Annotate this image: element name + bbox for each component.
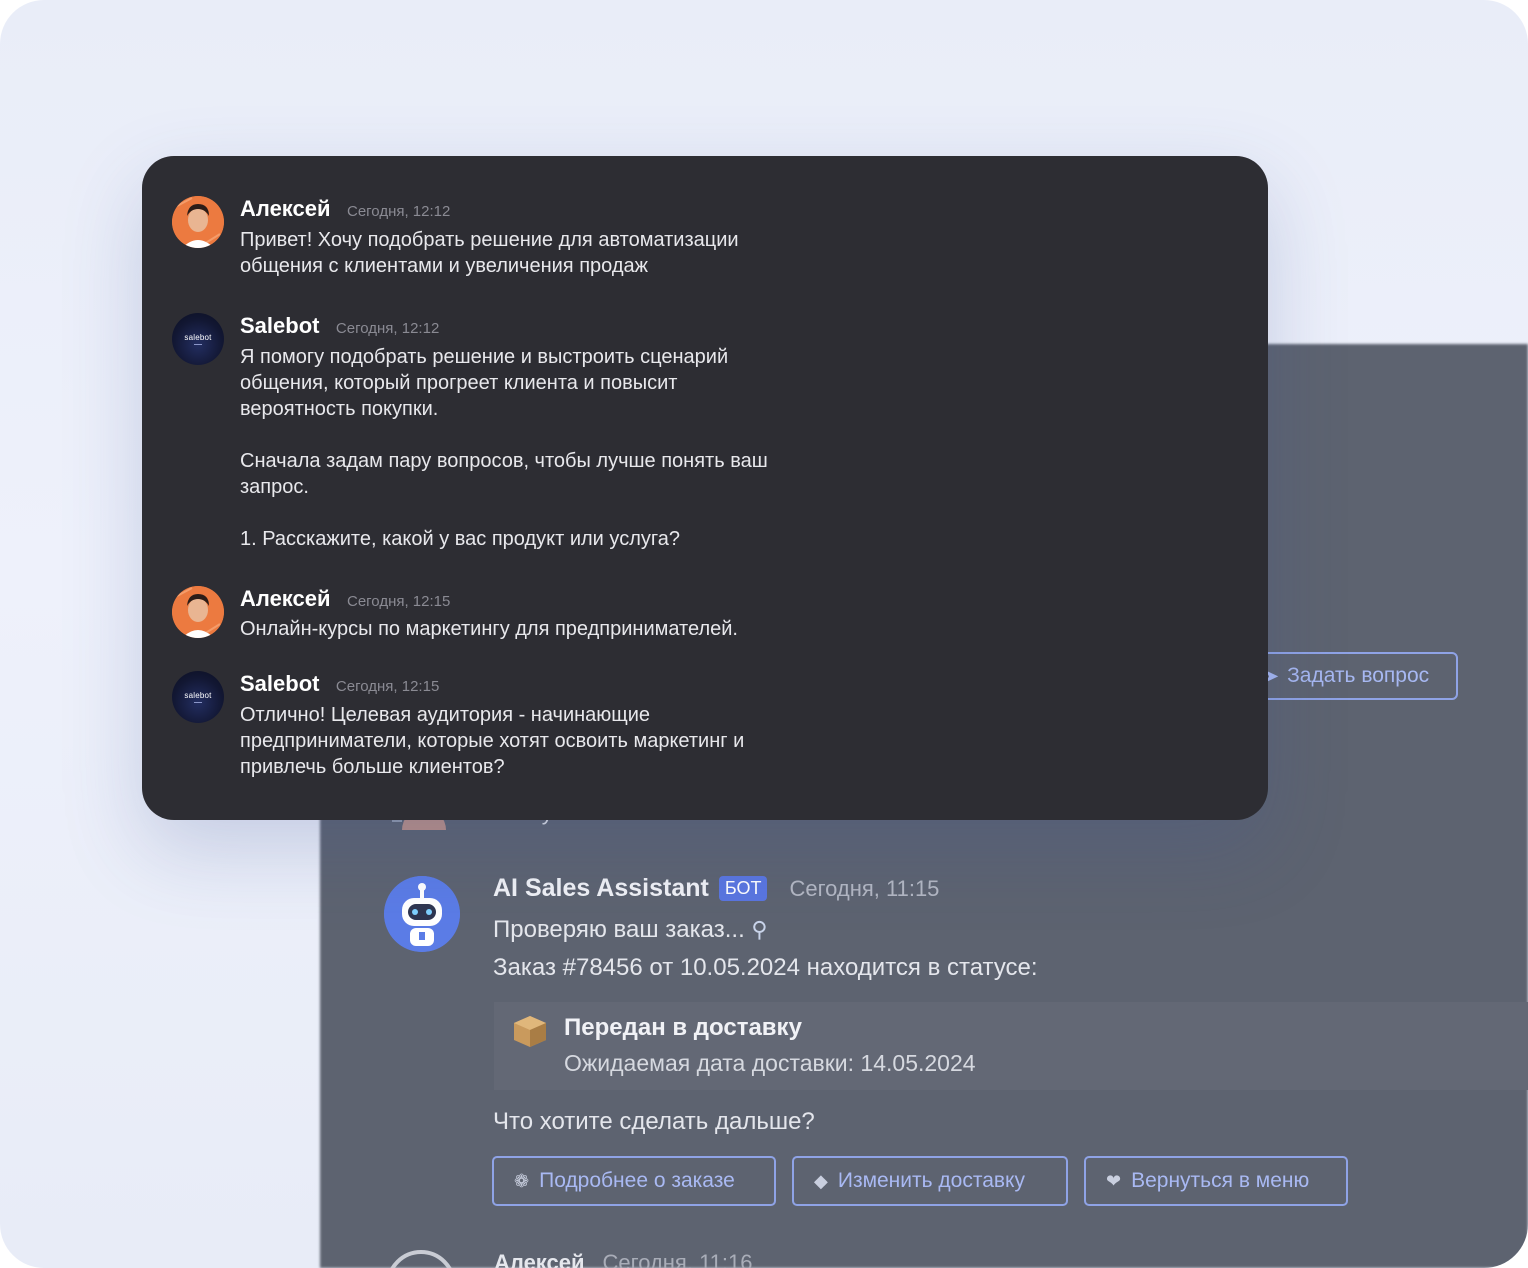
bot-badge: БОТ — [718, 876, 768, 901]
diamond-icon: ◆ — [814, 1170, 828, 1191]
change-delivery-label: Изменить доставку — [837, 1169, 1025, 1192]
author-name: Salebot — [240, 313, 320, 338]
order-status-embed: Передан в доставку Ожидаемая дата достав… — [494, 1002, 1528, 1090]
back-to-menu-label: Вернуться в меню — [1131, 1169, 1310, 1192]
bot-avatar[interactable]: salebot — [172, 313, 224, 365]
message-text: Отлично! Целевая аудитория - начинающие … — [240, 704, 745, 778]
order-details-label: Подробнее о заказе — [539, 1169, 735, 1192]
user-avatar[interactable] — [172, 196, 224, 248]
bot-name: AI Sales Assistant — [493, 874, 709, 902]
message-text: Привет! Хочу подобрать решение для автом… — [240, 229, 739, 277]
message-header: Salebot Сегодня, 12:12 — [240, 313, 439, 339]
message-header: Алексей Сегодня, 12:15 — [240, 586, 450, 612]
message-text: Онлайн-курсы по маркетингу для предприни… — [240, 618, 738, 640]
next-author: Алексей — [494, 1250, 585, 1268]
next-message-header: Алексей Сегодня, 11:16 — [494, 1250, 753, 1268]
author-name: Алексей — [240, 196, 331, 221]
bot-header: AI Sales Assistant БОТ Сегодня, 11:15 — [493, 874, 939, 903]
bot-line-1-text: Проверяю ваш заказ... — [493, 916, 745, 943]
bot-line-2: Заказ #78456 от 10.05.2024 находится в с… — [493, 954, 1038, 981]
canvas: ➤ Задать вопрос Статус заказа AI Sales A… — [0, 0, 1528, 1268]
message-time: Сегодня, 12:12 — [335, 320, 440, 337]
user-avatar[interactable] — [172, 586, 224, 638]
ask-question-label: Задать вопрос — [1287, 664, 1430, 687]
bot-logo-text: salebot — [184, 332, 212, 342]
robot-avatar-icon — [384, 876, 460, 952]
message-time: Сегодня, 12:15 — [335, 678, 440, 695]
bot-logo-underline — [194, 701, 202, 703]
change-delivery-button[interactable]: ◆ Изменить доставку — [792, 1156, 1068, 1206]
hand-icon: ❁ — [514, 1170, 530, 1191]
package-icon — [514, 1016, 546, 1047]
chat-card: Алексей Сегодня, 12:12 Привет! Хочу подо… — [142, 156, 1268, 820]
ask-question-button[interactable]: ➤ Задать вопрос — [1244, 652, 1458, 700]
status-subtitle: Ожидаемая дата доставки: 14.05.2024 — [564, 1050, 976, 1076]
heart-icon: ❤ — [1106, 1170, 1122, 1191]
bot-line-1: Проверяю ваш заказ... ⚲ — [493, 916, 768, 944]
author-name: Алексей — [240, 586, 331, 611]
bot-logo-text: salebot — [184, 690, 212, 700]
bot-logo-underline — [194, 343, 202, 345]
status-title: Передан в доставку — [564, 1014, 802, 1041]
next-time: Сегодня, 11:16 — [602, 1250, 753, 1268]
message-header: Алексей Сегодня, 12:12 — [240, 196, 450, 222]
back-to-menu-button[interactable]: ❤ Вернуться в меню — [1084, 1156, 1348, 1206]
author-name: Salebot — [240, 671, 320, 696]
message-time: Сегодня, 12:15 — [346, 593, 451, 610]
order-details-button[interactable]: ❁ Подробнее о заказе — [492, 1156, 776, 1206]
bot-avatar[interactable]: salebot — [172, 671, 224, 723]
message-text: Я помогу подобрать решение и выстроить с… — [240, 346, 768, 550]
message-time: Сегодня, 12:12 — [346, 203, 451, 220]
magnifier-icon: ⚲ — [751, 917, 768, 942]
bot-question: Что хотите сделать дальше? — [493, 1108, 815, 1135]
bot-time: Сегодня, 11:15 — [789, 875, 940, 901]
message-header: Salebot Сегодня, 12:15 — [240, 671, 439, 697]
